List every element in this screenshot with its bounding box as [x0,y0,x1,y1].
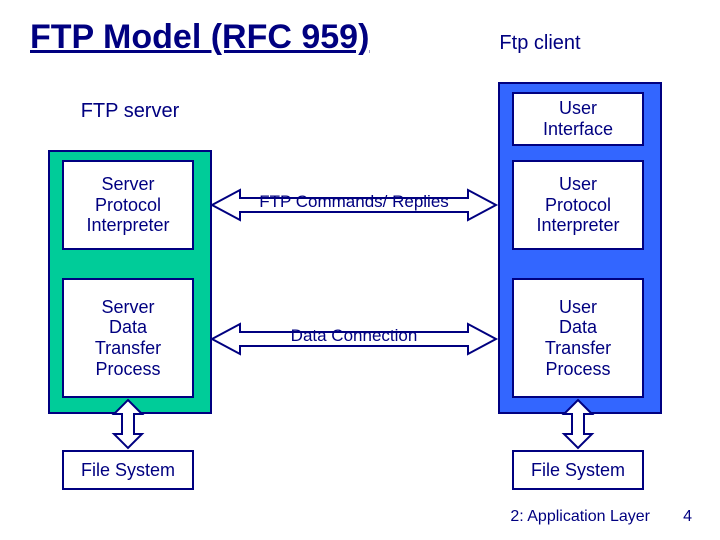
footer-chapter: 2: Application Layer [510,508,650,526]
client-file-system-box: File System [512,450,644,490]
slide-title: FTP Model (RFC 959) [30,18,369,57]
double-arrow-client-fs [562,400,594,448]
user-data-transfer-process-box: User Data Transfer Process [512,278,644,398]
server-label: FTP server [50,100,210,123]
client-label: Ftp client [440,32,640,55]
user-protocol-interpreter-box: User Protocol Interpreter [512,160,644,250]
double-arrow-server-fs [112,400,144,448]
server-data-transfer-process-box: Server Data Transfer Process [62,278,194,398]
server-protocol-interpreter-box: Server Protocol Interpreter [62,160,194,250]
server-file-system-box: File System [62,450,194,490]
user-interface-box: User Interface [512,92,644,146]
page-number: 4 [683,508,692,526]
ftp-commands-label: FTP Commands/ Replies [232,192,476,212]
data-connection-label: Data Connection [232,326,476,346]
